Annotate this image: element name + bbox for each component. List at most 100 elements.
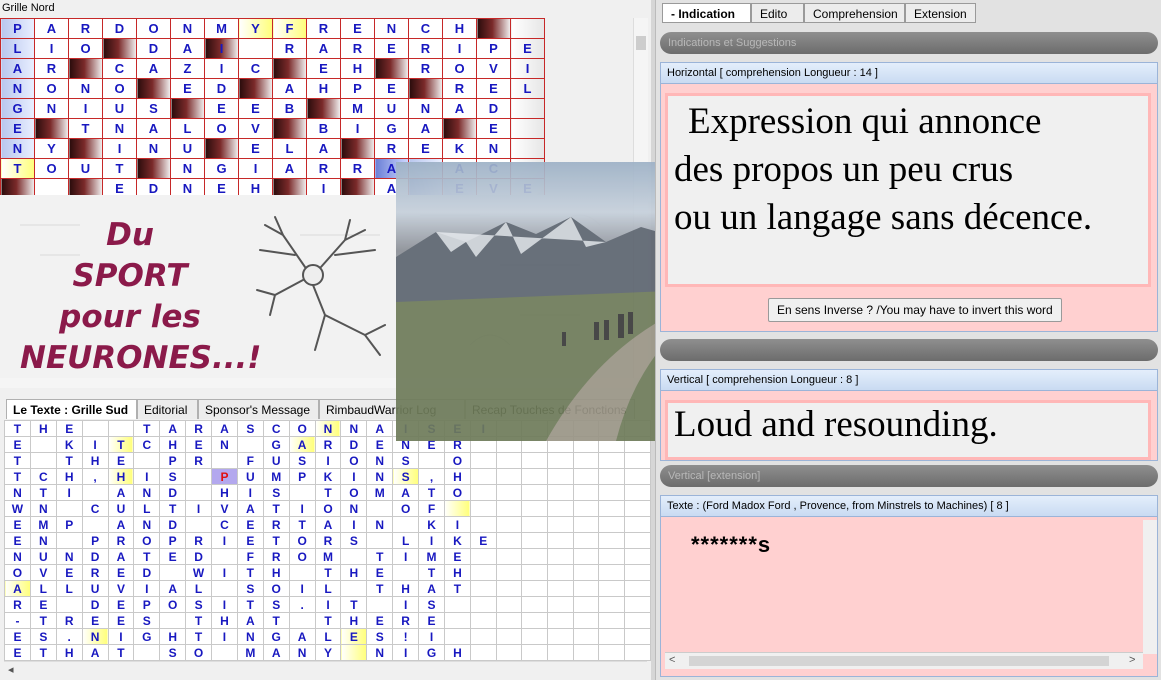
south-grid-cell[interactable]: D <box>185 548 213 565</box>
south-grid-cell[interactable]: E <box>107 564 135 581</box>
north-grid-cell[interactable]: I <box>510 58 545 79</box>
north-grid-cell[interactable]: E <box>0 118 35 139</box>
south-grid-cell[interactable]: A <box>236 500 264 517</box>
south-grid-cell[interactable]: E <box>55 420 83 437</box>
south-grid-cell[interactable]: T <box>262 532 290 549</box>
south-grid-cell[interactable]: R <box>4 596 31 613</box>
south-grid-cell[interactable] <box>288 484 316 501</box>
south-grid-cell[interactable]: I <box>340 468 368 485</box>
south-grid-cell[interactable] <box>81 420 109 437</box>
south-grid-cell[interactable] <box>521 644 549 661</box>
south-grid-cell[interactable] <box>598 644 626 661</box>
north-grid-cell[interactable]: U <box>102 98 137 119</box>
south-grid-cell[interactable]: L <box>55 580 83 597</box>
south-grid-cell[interactable] <box>572 452 600 469</box>
south-grid-cell[interactable]: T <box>366 548 394 565</box>
north-grid-cell[interactable]: A <box>306 38 341 59</box>
south-grid-cell[interactable]: A <box>81 644 109 661</box>
south-tab-2[interactable]: Sponsor's Message <box>198 399 319 419</box>
south-grid-cell[interactable]: A <box>107 516 135 533</box>
south-grid-cell[interactable]: N <box>366 644 394 661</box>
south-grid-cell[interactable]: I <box>418 532 445 549</box>
south-tab-1[interactable]: Editorial <box>137 399 198 419</box>
south-grid-cell[interactable]: A <box>211 420 238 437</box>
south-grid-cell[interactable]: T <box>4 452 31 469</box>
right-tab-0[interactable]: - Indication - <box>662 3 751 41</box>
south-grid-cell[interactable]: R <box>185 452 213 469</box>
south-grid-cell[interactable] <box>547 500 574 517</box>
south-grid-cell[interactable]: D <box>159 516 187 533</box>
south-grid-cell[interactable]: I <box>133 468 161 485</box>
south-grid-cell[interactable] <box>624 452 651 469</box>
south-grid-cell[interactable] <box>547 580 574 597</box>
south-grid-cell[interactable]: I <box>81 436 109 453</box>
north-grid-cell[interactable]: E <box>476 118 511 139</box>
south-grid-cell[interactable]: O <box>443 484 471 501</box>
south-grid-cell[interactable] <box>495 500 523 517</box>
south-grid-cell[interactable] <box>392 564 420 581</box>
south-grid-cell[interactable]: I <box>236 484 264 501</box>
south-grid-cell[interactable] <box>521 532 549 549</box>
south-grid-cell[interactable]: I <box>392 596 420 613</box>
south-grid-cell[interactable] <box>572 532 600 549</box>
north-grid-cell[interactable]: N <box>170 158 205 179</box>
south-grid-cell[interactable]: E <box>4 516 31 533</box>
south-grid-cell[interactable]: S <box>366 628 394 645</box>
south-grid-cell[interactable]: S <box>392 468 420 485</box>
south-grid-cell[interactable]: M <box>366 484 394 501</box>
south-grid-cell[interactable] <box>521 612 549 629</box>
north-grid-cell[interactable]: L <box>0 38 35 59</box>
north-grid-cell[interactable]: R <box>68 18 103 39</box>
north-grid-cell[interactable]: L <box>272 138 307 159</box>
south-grid-cell[interactable] <box>521 484 549 501</box>
north-grid-cell[interactable]: D <box>476 98 511 119</box>
south-grid-cell[interactable] <box>624 644 651 661</box>
north-grid-cell[interactable]: N <box>136 138 171 159</box>
south-grid-cell[interactable] <box>521 628 549 645</box>
south-grid-cell[interactable]: I <box>288 580 316 597</box>
south-grid-cell[interactable]: K <box>55 436 83 453</box>
south-grid-cell[interactable] <box>469 612 497 629</box>
south-grid-cell[interactable] <box>624 500 651 517</box>
south-grid-cell[interactable]: N <box>29 532 57 549</box>
south-grid-cell[interactable] <box>392 516 420 533</box>
south-grid-cell[interactable]: ! <box>392 628 420 645</box>
south-grid-cell[interactable] <box>598 484 626 501</box>
south-grid-cell[interactable] <box>469 548 497 565</box>
south-grid-cell[interactable]: C <box>211 516 238 533</box>
south-grid-cell[interactable]: A <box>392 484 420 501</box>
south-grid-cell[interactable] <box>547 596 574 613</box>
south-grid-cell[interactable]: A <box>366 420 394 437</box>
north-grid-cell[interactable]: O <box>102 78 137 99</box>
south-grid-cell[interactable]: S <box>133 612 161 629</box>
south-grid-cell[interactable] <box>547 612 574 629</box>
south-grid-cell[interactable] <box>211 580 238 597</box>
south-grid-cell[interactable]: M <box>262 468 290 485</box>
south-grid-cell[interactable]: E <box>366 436 394 453</box>
south-grid-cell[interactable]: E <box>236 532 264 549</box>
south-grid-cell[interactable]: I <box>211 564 238 581</box>
north-grid-cell[interactable]: C <box>238 58 273 79</box>
south-grid-cell[interactable]: R <box>81 564 109 581</box>
south-grid-cell[interactable]: W <box>185 564 213 581</box>
south-grid-cell[interactable] <box>521 580 549 597</box>
south-grid-cell[interactable] <box>288 564 316 581</box>
south-grid-cell[interactable]: D <box>133 564 161 581</box>
north-grid-cell[interactable]: B <box>306 118 341 139</box>
south-grid-cell[interactable] <box>598 548 626 565</box>
north-grid-cell[interactable]: N <box>408 98 443 119</box>
north-grid-cell[interactable]: A <box>34 18 69 39</box>
south-grid-cell[interactable]: D <box>340 436 368 453</box>
south-grid-cell[interactable]: S <box>29 628 57 645</box>
south-grid-cell[interactable]: E <box>4 436 31 453</box>
south-grid-cell[interactable]: U <box>236 468 264 485</box>
south-grid-cell[interactable]: A <box>262 644 290 661</box>
south-grid-cell[interactable]: Y <box>314 644 342 661</box>
south-grid-cell[interactable]: I <box>133 580 161 597</box>
north-grid-cell[interactable]: I <box>238 158 273 179</box>
south-grid-cell[interactable] <box>107 420 135 437</box>
south-grid-cell[interactable] <box>159 612 187 629</box>
south-grid-cell[interactable]: E <box>443 548 471 565</box>
north-grid-cell[interactable]: I <box>204 38 239 59</box>
north-grid-cell[interactable]: P <box>476 38 511 59</box>
